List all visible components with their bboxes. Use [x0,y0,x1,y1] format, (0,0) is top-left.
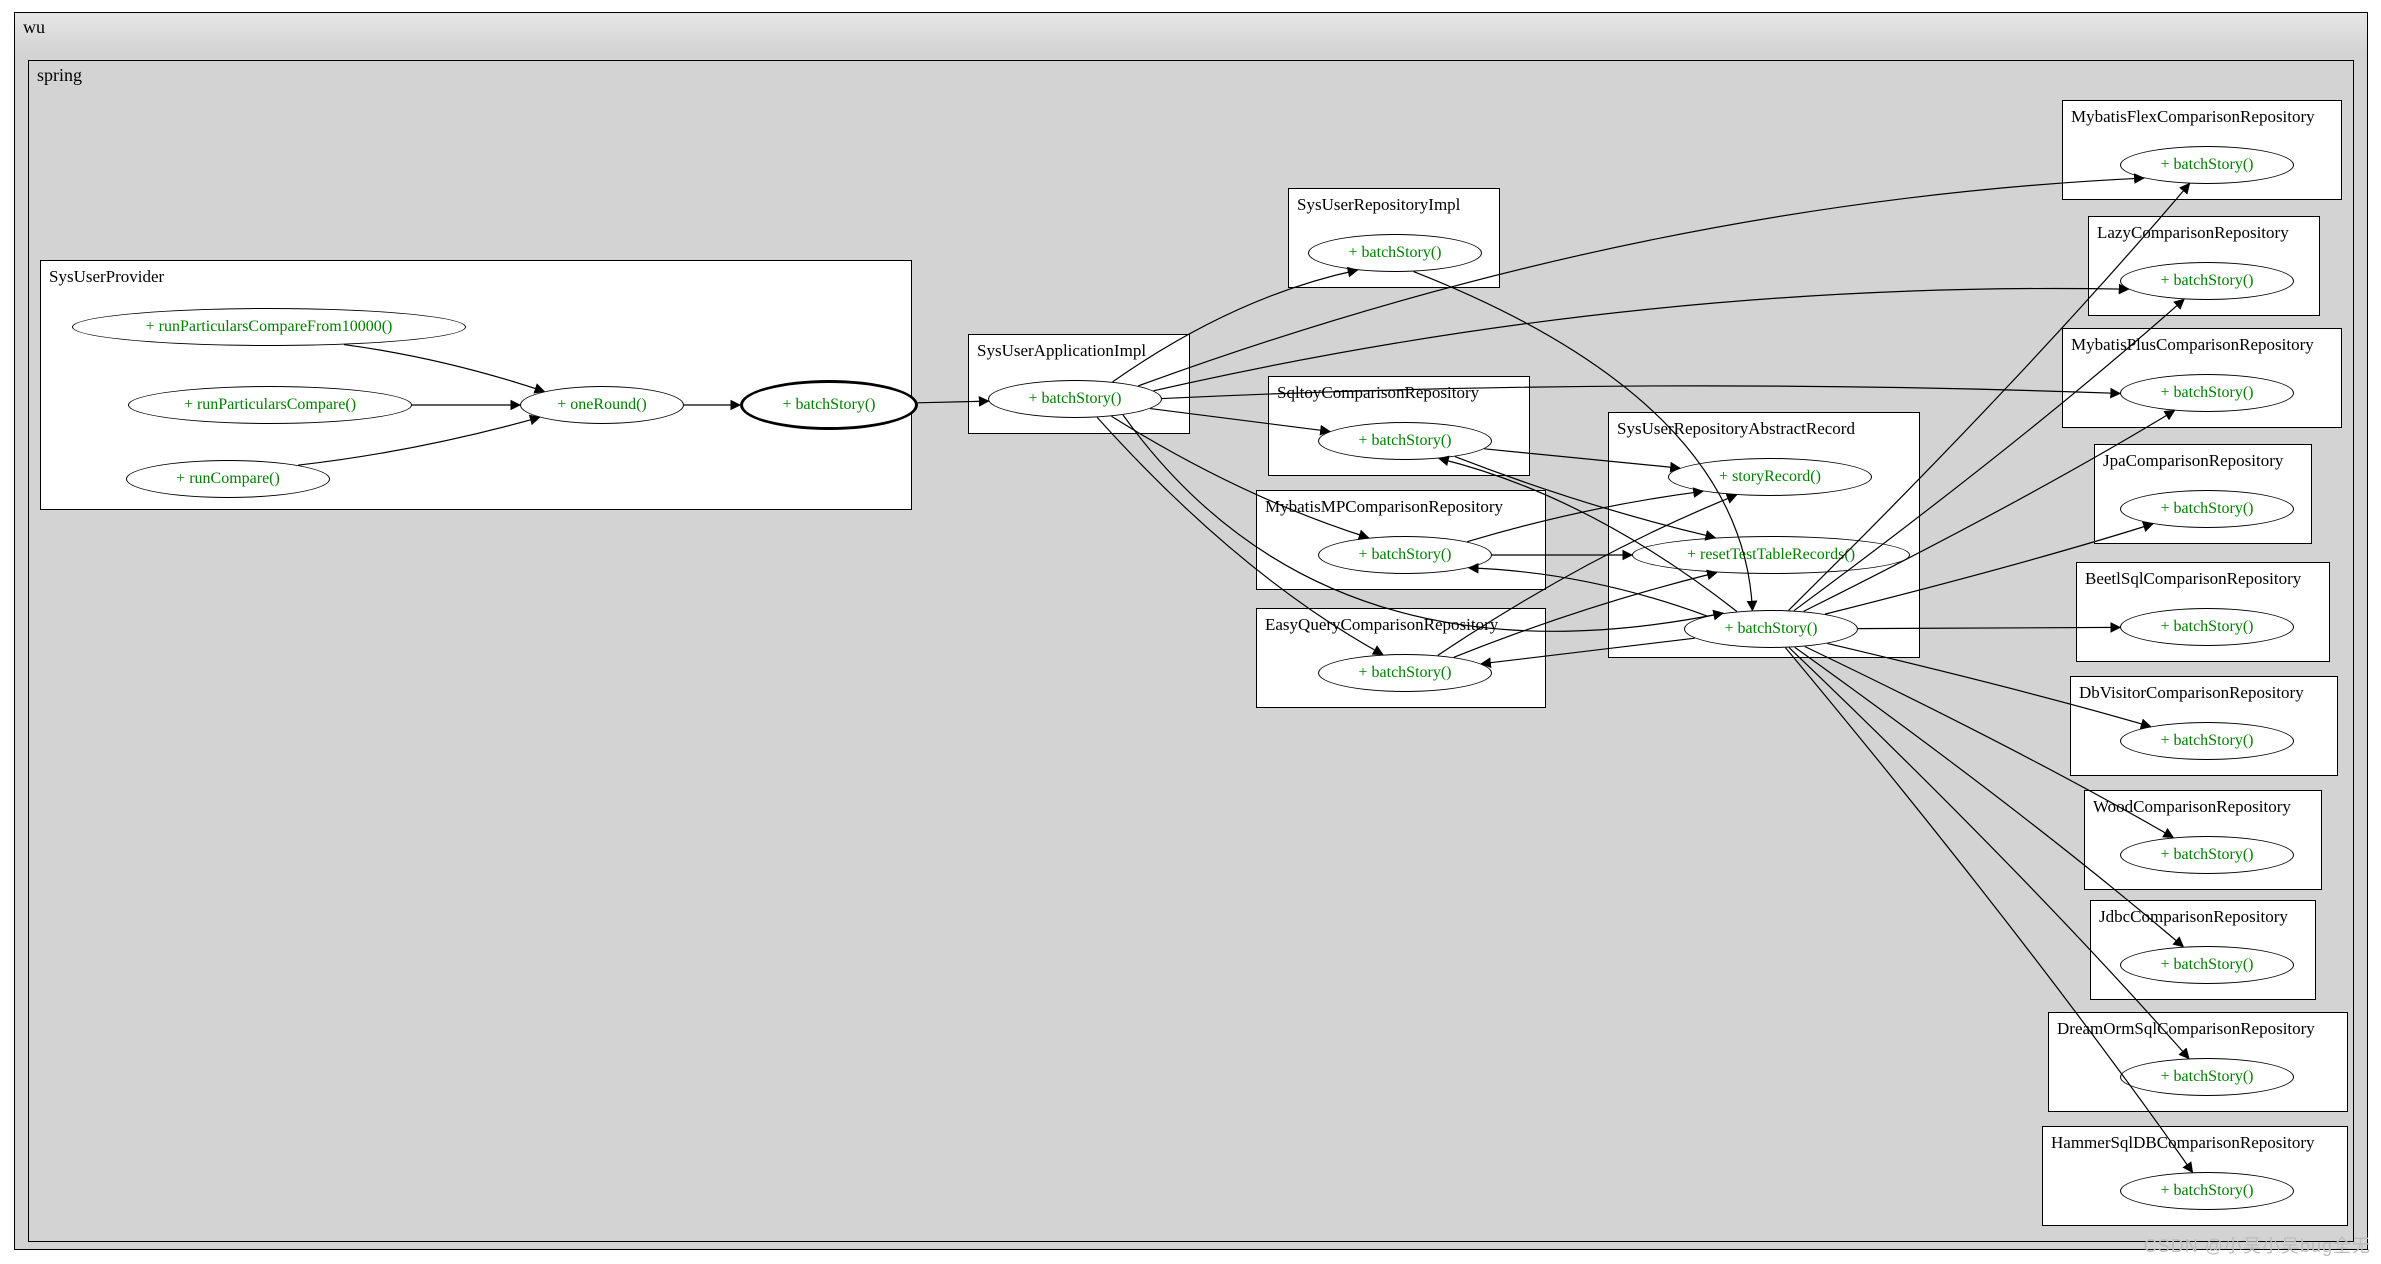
class-hammersqldb-title: HammerSqlDBComparisonRepository [2051,1133,2314,1153]
diagram-stage: wu spring SysUserProvider + runParticula… [0,0,2381,1264]
method-sqltoy-batchstory[interactable]: + batchStory() [1318,422,1492,460]
method-oneround[interactable]: + oneRound() [520,386,684,424]
method-wood-batchstory[interactable]: + batchStory() [2120,836,2294,874]
watermark: CSDN @小吴小吴bug全无 [2144,1232,2371,1258]
method-beetlsql-batchstory[interactable]: + batchStory() [2120,608,2294,646]
method-runcompare[interactable]: + runCompare() [126,460,330,498]
method-dreamorm-batchstory[interactable]: + batchStory() [2120,1058,2294,1096]
class-jpa-title: JpaComparisonRepository [2103,451,2283,471]
class-mybatisflex-title: MybatisFlexComparisonRepository [2071,107,2315,127]
inner-frame-label: spring [37,65,82,86]
inner-frame-spring: spring [28,60,2354,1242]
class-wood-title: WoodComparisonRepository [2093,797,2291,817]
method-jpa-batchstory[interactable]: + batchStory() [2120,490,2294,528]
method-sysuserrepositoryimpl-batchstory[interactable]: + batchStory() [1308,234,1482,272]
class-easyquerycomparisonrepository-title: EasyQueryComparisonRepository [1265,615,1498,635]
method-abstractrecord-resettesttablerecords[interactable]: + resetTestTableRecords() [1632,536,1910,574]
outer-frame-label: wu [23,17,45,38]
class-sysuserapplicationimpl-title: SysUserApplicationImpl [977,341,1146,361]
class-sysuserrepositoryabstractrecord-title: SysUserRepositoryAbstractRecord [1617,419,1855,439]
class-jdbc-title: JdbcComparisonRepository [2099,907,2288,927]
method-abstractrecord-batchstory[interactable]: + batchStory() [1684,610,1858,648]
method-abstractrecord-storyrecord[interactable]: + storyRecord() [1668,458,1872,496]
method-mybatisplus-batchstory[interactable]: + batchStory() [2120,374,2294,412]
class-sqltoycomparisonrepository-title: SqltoyComparisonRepository [1277,383,1479,403]
method-dbvisitor-batchstory[interactable]: + batchStory() [2120,722,2294,760]
class-beetlsql-title: BeetlSqlComparisonRepository [2085,569,2301,589]
method-jdbc-batchstory[interactable]: + batchStory() [2120,946,2294,984]
method-easyquery-batchstory[interactable]: + batchStory() [1318,654,1492,692]
method-runparticularscompare[interactable]: + runParticularsCompare() [128,386,412,424]
class-mybatisplus-title: MybatisPlusComparisonRepository [2071,335,2314,355]
method-mybatismp-batchstory[interactable]: + batchStory() [1318,536,1492,574]
class-mybatismpcomparisonrepository-title: MybatisMPComparisonRepository [1265,497,1503,517]
class-sysuserrepositoryimpl-title: SysUserRepositoryImpl [1297,195,1460,215]
class-dreamorm-title: DreamOrmSqlComparisonRepository [2057,1019,2315,1039]
method-mybatisflex-batchstory[interactable]: + batchStory() [2120,146,2294,184]
method-sysuserapplicationimpl-batchstory[interactable]: + batchStory() [988,380,1162,418]
method-lazy-batchstory[interactable]: + batchStory() [2120,262,2294,300]
method-sysuserprovider-batchstory[interactable]: + batchStory() [740,380,918,430]
method-hammersqldb-batchstory[interactable]: + batchStory() [2120,1172,2294,1210]
method-runparticularscomparefrom10000[interactable]: + runParticularsCompareFrom10000() [72,308,466,346]
class-dbvisitor-title: DbVisitorComparisonRepository [2079,683,2304,703]
class-sysuserprovider-title: SysUserProvider [49,267,164,287]
class-lazy-title: LazyComparisonRepository [2097,223,2289,243]
